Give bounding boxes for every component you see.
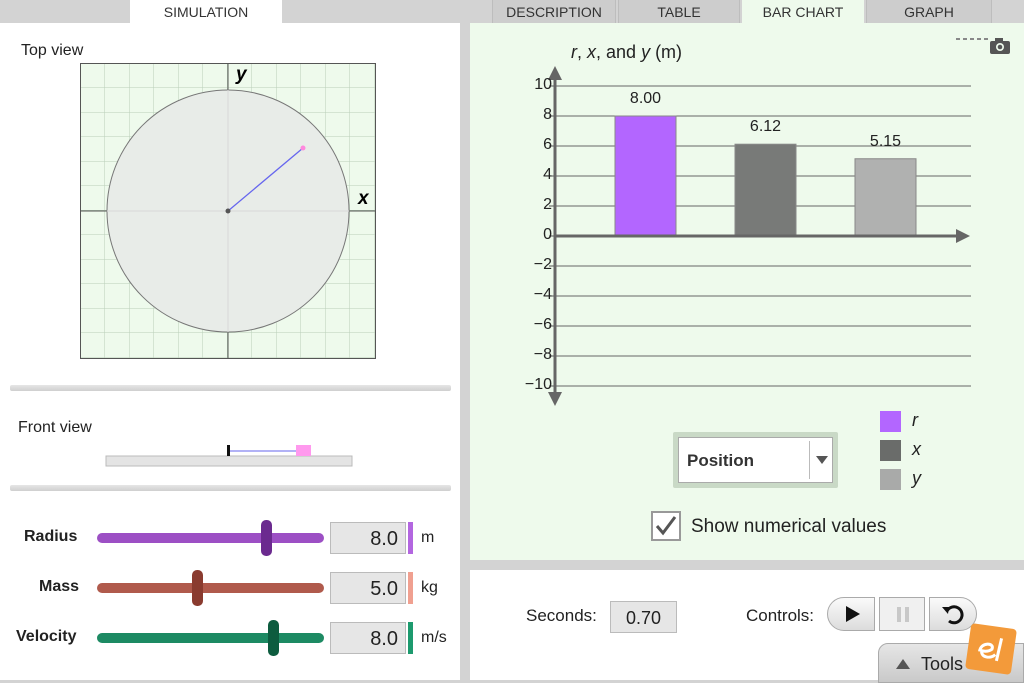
y-tick-label: 8 — [543, 106, 552, 123]
mass-unit: kg — [421, 579, 438, 596]
show-values-label[interactable]: Show numerical values — [691, 516, 886, 538]
show-values-checkbox[interactable] — [651, 511, 681, 541]
play-icon — [846, 606, 860, 622]
legend-x-swatch — [880, 440, 901, 461]
radius-value-field[interactable]: 8.0 — [330, 522, 406, 554]
tab-table[interactable]: TABLE — [618, 0, 740, 24]
top-view-diagram — [80, 63, 376, 359]
mass-point — [300, 145, 306, 151]
y-tick-label: 10 — [534, 76, 552, 93]
legend-x: x — [880, 439, 980, 461]
radius-slider-thumb[interactable] — [261, 520, 272, 556]
section-divider — [10, 385, 451, 391]
tab-graph[interactable]: GRAPH — [866, 0, 992, 24]
seconds-value: 0.70 — [610, 601, 677, 633]
chevron-down-icon[interactable] — [816, 456, 828, 464]
tools-label: Tools — [921, 654, 964, 674]
velocity-slider-track[interactable] — [97, 633, 324, 643]
y-tick-label: 2 — [543, 196, 552, 213]
legend-y: y — [880, 468, 980, 490]
tab-bar-chart[interactable]: BAR CHART — [742, 0, 864, 24]
dropdown-selected-value: Position — [687, 451, 755, 470]
velocity-color-swatch — [408, 622, 413, 654]
radius-label: Radius — [24, 528, 78, 545]
bar-x — [734, 143, 797, 237]
mass-slider-track[interactable] — [97, 583, 324, 593]
radius-unit: m — [421, 529, 435, 546]
radius-color-swatch — [408, 522, 413, 554]
pause-button[interactable] — [879, 597, 925, 631]
front-view-title: Front view — [18, 419, 92, 436]
section-divider-2 — [10, 485, 451, 491]
legend-y-label: y — [912, 468, 921, 488]
velocity-unit: m/s — [421, 629, 447, 646]
checkmark-icon — [655, 516, 677, 536]
legend-x-label: x — [912, 439, 921, 459]
y-tick-label: −8 — [533, 346, 552, 363]
center-point — [225, 208, 231, 214]
velocity-value-field[interactable]: 8.0 — [330, 622, 406, 654]
x-axis-arrow — [956, 229, 970, 243]
quantity-dropdown[interactable]: Position — [673, 432, 838, 488]
tab-simulation[interactable]: SIMULATION — [130, 0, 282, 24]
x-axis-label: x — [358, 188, 369, 209]
y-tick-label: 6 — [543, 136, 552, 153]
y-tick-label: −4 — [533, 286, 552, 303]
top-view-title: Top view — [21, 42, 84, 59]
seconds-label: Seconds: — [526, 606, 597, 625]
triangle-up-icon — [896, 659, 910, 669]
front-view-diagram — [105, 445, 353, 467]
mass-value-field[interactable]: 5.0 — [330, 572, 406, 604]
bar-value-label-r: 8.00 — [629, 90, 662, 107]
y-axis-label: y — [236, 64, 247, 85]
bar-chart — [548, 66, 971, 406]
explorelearning-logo-icon — [965, 623, 1017, 675]
pause-icon — [897, 607, 909, 622]
y-tick-label: −6 — [533, 316, 552, 333]
y-tick-label: −10 — [524, 376, 552, 393]
bar-y — [854, 158, 917, 237]
velocity-label: Velocity — [16, 628, 77, 645]
reset-button[interactable] — [929, 597, 977, 631]
y-axis-arrow-down — [548, 392, 562, 406]
controls-label: Controls: — [746, 606, 815, 625]
play-button[interactable] — [827, 597, 875, 631]
bar-r — [614, 115, 677, 237]
mass-label: Mass — [39, 578, 80, 595]
y-tick-label: 4 — [543, 166, 552, 183]
y-tick-label: 0 — [543, 226, 552, 243]
bar-value-label-x: 6.12 — [749, 118, 782, 136]
mass-slider-thumb[interactable] — [192, 570, 203, 606]
legend-r: r — [880, 410, 980, 432]
legend-y-swatch — [880, 469, 901, 490]
legend-r-swatch — [880, 411, 901, 432]
bar-value-label-y: 5.15 — [869, 132, 902, 150]
y-tick-label: −2 — [533, 256, 552, 273]
mass-color-swatch — [408, 572, 413, 604]
radius-slider-track[interactable] — [97, 533, 324, 543]
tab-description[interactable]: DESCRIPTION — [492, 0, 616, 24]
velocity-slider-thumb[interactable] — [268, 620, 279, 656]
legend-r-label: r — [912, 410, 918, 430]
